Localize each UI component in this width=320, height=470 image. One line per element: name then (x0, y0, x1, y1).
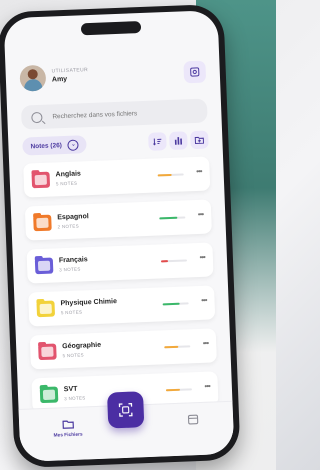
progress-bar (160, 259, 188, 263)
progress-bar (164, 345, 191, 349)
subject-note-count: 5 NOTES (62, 352, 84, 359)
scan-icon (118, 402, 133, 417)
subject-note-count: 5 NOTES (60, 309, 83, 316)
search-input[interactable] (50, 106, 185, 122)
subject-name: Géographie (62, 341, 102, 351)
subject-note-count: 3 NOTES (64, 395, 86, 402)
stats-button[interactable] (169, 131, 188, 150)
folder-icon (33, 214, 52, 232)
progress-bar (162, 302, 189, 306)
subject-note-count: 3 NOTES (59, 266, 81, 273)
scan-doc-button[interactable] (183, 60, 207, 84)
more-options-icon[interactable]: ••• (204, 382, 210, 391)
sort-icon (153, 138, 162, 146)
progress-bar (159, 216, 186, 220)
folder-icon (36, 300, 56, 318)
folder-inner (41, 346, 54, 358)
progress-fill (164, 345, 179, 349)
more-options-icon[interactable]: ••• (196, 167, 202, 176)
folder-icon (61, 420, 74, 429)
subject-card[interactable]: Anglais 5 NOTES ••• (23, 156, 211, 198)
user-name: Amy (51, 75, 68, 84)
notes-count-label: Notes (26) (30, 141, 63, 150)
scan-doc-icon (190, 67, 200, 77)
subject-list: Anglais 5 NOTES ••• Espagnol 2 NOTES ••• Franç… (23, 156, 219, 421)
app-screen: UTILISATEUR Amy Notes (26) ⌄ (3, 10, 235, 462)
progress-fill (157, 173, 173, 177)
folder-inner (42, 389, 56, 401)
chevron-down-icon: ⌄ (67, 138, 80, 151)
phone-notch (80, 21, 142, 36)
folder-inner (36, 217, 49, 229)
scan-fab-button[interactable] (107, 391, 145, 429)
add-folder-icon (194, 136, 205, 145)
user-role: UTILISATEUR (51, 67, 89, 75)
folder-inner (37, 260, 51, 272)
calendar-icon (187, 414, 199, 425)
progress-bar (157, 173, 184, 177)
progress-bar (165, 388, 192, 392)
progress-fill (162, 302, 180, 306)
subject-name: Anglais (55, 170, 82, 179)
folder-inner (39, 303, 52, 315)
phone-frame: UTILISATEUR Amy Notes (26) ⌄ (0, 3, 241, 469)
subject-card[interactable]: Physique Chimie 5 NOTES ••• (28, 285, 216, 327)
more-options-icon[interactable]: ••• (198, 210, 204, 219)
add-folder-button[interactable] (190, 130, 209, 150)
search-bar[interactable] (20, 98, 208, 130)
subject-name: Physique Chimie (60, 298, 118, 308)
progress-fill (160, 260, 168, 263)
notes-toolbar: Notes (26) ⌄ (22, 130, 209, 158)
more-options-icon[interactable]: ••• (201, 296, 207, 305)
folder-icon (38, 343, 57, 361)
avatar[interactable] (19, 64, 47, 92)
tab-my-files[interactable]: Mes Fichiers (53, 418, 83, 439)
subject-name: SVT (63, 385, 78, 394)
folder-icon (34, 257, 54, 275)
folder-icon (31, 171, 51, 189)
subject-card[interactable]: Géographie 5 NOTES ••• (29, 328, 217, 370)
tab-my-files-label: Mes Fichiers (53, 432, 83, 439)
subject-card[interactable]: Espagnol 2 NOTES ••• (24, 199, 212, 241)
subject-name: Espagnol (57, 213, 89, 222)
user-header: UTILISATEUR Amy (19, 59, 207, 94)
subject-card[interactable]: Français 3 NOTES ••• (26, 242, 214, 284)
progress-fill (159, 216, 178, 220)
more-options-icon[interactable]: ••• (199, 253, 205, 262)
subject-note-count: 2 NOTES (57, 223, 80, 230)
folder-icon (39, 386, 59, 404)
subject-note-count: 5 NOTES (55, 180, 78, 187)
notes-filter-pill[interactable]: Notes (26) ⌄ (22, 135, 88, 156)
progress-fill (165, 388, 181, 392)
sort-button[interactable] (148, 132, 167, 151)
bottom-tab-bar: Mes Fichiers (18, 391, 235, 462)
subject-name: Français (58, 256, 88, 265)
tab-calendar[interactable] (187, 413, 199, 425)
more-options-icon[interactable]: ••• (203, 339, 209, 348)
search-icon (31, 111, 43, 123)
folder-inner (34, 174, 47, 186)
bar-chart-icon (174, 137, 183, 145)
